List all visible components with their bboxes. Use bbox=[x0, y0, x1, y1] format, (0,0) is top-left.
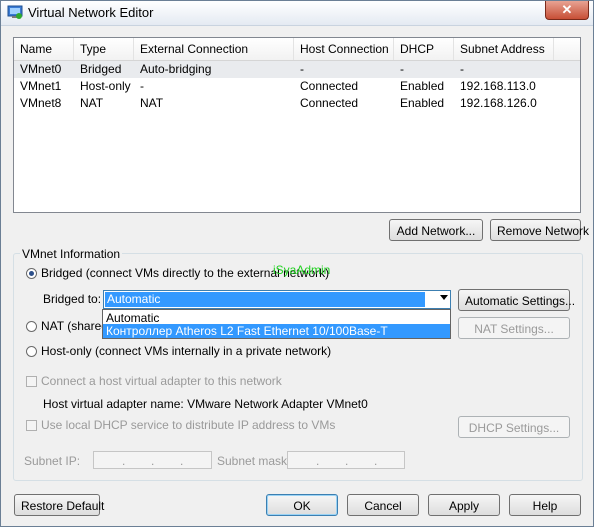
cell-host-connection: Connected bbox=[300, 79, 359, 93]
bridged-radio[interactable] bbox=[26, 268, 37, 279]
cell-name: VMnet8 bbox=[20, 96, 62, 110]
title-bar: Virtual Network Editor ✕ bbox=[1, 1, 593, 26]
cell-dhcp: Enabled bbox=[400, 96, 445, 110]
help-button[interactable]: Help bbox=[509, 494, 581, 516]
host-only-radio[interactable] bbox=[26, 346, 37, 357]
column-header-dhcp[interactable]: DHCP bbox=[394, 38, 454, 60]
dhcp-settings-button[interactable]: DHCP Settings... bbox=[458, 416, 570, 438]
cell-name: VMnet0 bbox=[20, 62, 62, 76]
connect-adapter-label[interactable]: Connect a host virtual adapter to this n… bbox=[41, 374, 282, 388]
virtual-network-editor-window: Virtual Network Editor ✕ Name Type Exter… bbox=[0, 0, 594, 527]
remove-network-button[interactable]: Remove Network bbox=[490, 219, 589, 241]
column-header-host-connection[interactable]: Host Connection bbox=[294, 38, 394, 60]
dhcp-label[interactable]: Use local DHCP service to distribute IP … bbox=[41, 418, 335, 432]
cell-type: Bridged bbox=[80, 62, 122, 76]
close-button[interactable]: ✕ bbox=[545, 1, 589, 20]
cell-name: VMnet1 bbox=[20, 79, 62, 93]
close-icon: ✕ bbox=[561, 2, 573, 17]
vmnet-information-label: VMnet Information bbox=[20, 247, 123, 261]
network-list[interactable]: Name Type External Connection Host Conne… bbox=[13, 37, 581, 213]
cell-dhcp: Enabled bbox=[400, 79, 445, 93]
bridged-to-value: Automatic bbox=[105, 292, 425, 307]
list-header: Name Type External Connection Host Conne… bbox=[14, 38, 580, 61]
subnet-ip-field[interactable]: ... bbox=[93, 451, 212, 469]
cell-subnet-address: - bbox=[460, 62, 464, 76]
cell-type: Host-only bbox=[80, 79, 131, 93]
subnet-ip-label: Subnet IP: bbox=[24, 454, 81, 468]
cell-external-connection: NAT bbox=[140, 96, 164, 110]
table-row[interactable]: VMnet8 NAT NAT Connected Enabled 192.168… bbox=[14, 95, 580, 112]
ok-button[interactable]: OK bbox=[266, 494, 338, 516]
column-header-type[interactable]: Type bbox=[74, 38, 134, 60]
bridged-to-label: Bridged to: bbox=[43, 292, 102, 306]
cell-type: NAT bbox=[80, 96, 104, 110]
dropdown-option-automatic[interactable]: Automatic bbox=[103, 311, 450, 325]
column-header-subnet-address[interactable]: Subnet Address bbox=[454, 38, 554, 60]
apply-button[interactable]: Apply bbox=[428, 494, 500, 516]
connect-adapter-checkbox[interactable] bbox=[26, 376, 37, 387]
column-header-external-connection[interactable]: External Connection bbox=[134, 38, 294, 60]
cell-external-connection: - bbox=[140, 79, 144, 93]
add-network-button[interactable]: Add Network... bbox=[389, 219, 483, 241]
table-row[interactable]: VMnet1 Host-only - Connected Enabled 192… bbox=[14, 78, 580, 95]
host-only-label[interactable]: Host-only (connect VMs internally in a p… bbox=[41, 344, 331, 358]
window-title: Virtual Network Editor bbox=[28, 5, 154, 20]
adapter-name-label: Host virtual adapter name: VMware Networ… bbox=[43, 397, 368, 411]
cell-host-connection: Connected bbox=[300, 96, 359, 110]
cell-host-connection: - bbox=[300, 62, 304, 76]
dhcp-checkbox[interactable] bbox=[26, 420, 37, 431]
cell-subnet-address: 192.168.113.0 bbox=[460, 79, 536, 93]
subnet-mask-label: Subnet mask: bbox=[217, 454, 291, 468]
vmnet-information-group bbox=[13, 253, 583, 481]
table-row[interactable]: VMnet0 Bridged Auto-bridging - - - bbox=[14, 61, 580, 78]
dropdown-option-atheros-adapter[interactable]: Контроллер Atheros L2 Fast Ethernet 10/1… bbox=[103, 324, 450, 338]
bridged-to-select[interactable]: Automatic bbox=[103, 290, 451, 309]
cell-subnet-address: 192.168.126.0 bbox=[460, 96, 537, 110]
column-header-name[interactable]: Name bbox=[14, 38, 74, 60]
cell-external-connection: Auto-bridging bbox=[140, 62, 212, 76]
bridged-to-dropdown-list[interactable]: Automatic Контроллер Atheros L2 Fast Eth… bbox=[102, 309, 451, 339]
automatic-settings-button[interactable]: Automatic Settings... bbox=[458, 289, 575, 311]
network-editor-icon bbox=[7, 5, 23, 19]
subnet-mask-field[interactable]: ... bbox=[287, 451, 405, 469]
cell-dhcp: - bbox=[400, 62, 404, 76]
nat-radio[interactable] bbox=[26, 321, 37, 332]
cancel-button[interactable]: Cancel bbox=[347, 494, 419, 516]
nat-label[interactable]: NAT (shared bbox=[41, 319, 108, 333]
chevron-down-icon[interactable] bbox=[440, 295, 448, 300]
restore-default-button[interactable]: Restore Default bbox=[14, 494, 104, 516]
nat-settings-button[interactable]: NAT Settings... bbox=[458, 317, 570, 339]
watermark-text: iSyaAdmin bbox=[273, 263, 331, 277]
